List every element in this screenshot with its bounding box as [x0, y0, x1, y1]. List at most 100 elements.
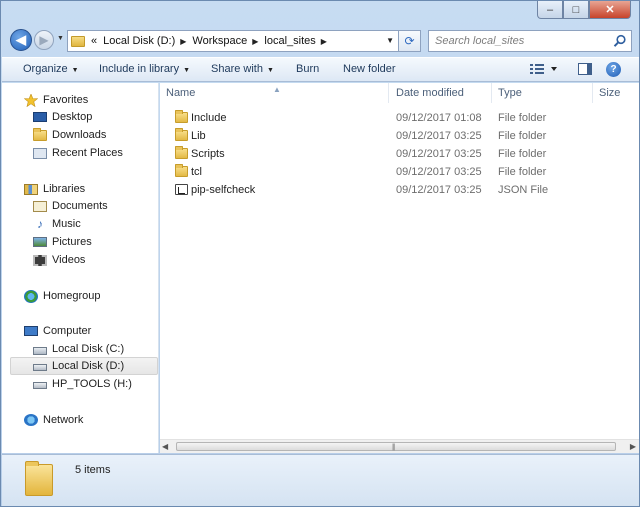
folder-icon — [175, 146, 188, 159]
file-type: File folder — [498, 148, 547, 160]
folder-icon — [71, 35, 85, 47]
documents-icon — [33, 200, 47, 212]
chevron-down-icon: ▼ — [266, 67, 274, 74]
sidebar-item-label: Desktop — [52, 111, 93, 123]
address-history-dropdown[interactable]: ▼ — [386, 36, 394, 45]
sidebar-item-label: Recent Places — [52, 147, 123, 159]
sidebar-item-local-disk-c[interactable]: Local Disk (C:) — [33, 340, 124, 358]
sidebar-item-desktop[interactable]: Desktop — [33, 108, 92, 126]
file-list: ▲ Name Date modified Type Size Include 0… — [160, 83, 639, 453]
sidebar-item-recent-places[interactable]: Recent Places — [33, 144, 123, 162]
file-date: 09/12/2017 03:25 — [396, 184, 482, 196]
burn-button[interactable]: Burn — [296, 63, 319, 75]
caption-buttons: – □ ✕ — [537, 1, 631, 19]
large-folder-icon — [25, 461, 53, 496]
organize-button[interactable]: Organize ▼ — [23, 63, 79, 75]
sort-ascending-icon: ▲ — [273, 85, 281, 94]
sidebar-item-computer[interactable]: Computer — [24, 322, 91, 340]
sidebar-item-local-disk-d[interactable]: Local Disk (D:) — [10, 357, 158, 375]
file-name: Include — [191, 112, 227, 124]
recent-pages-dropdown[interactable]: ▼ — [57, 35, 64, 42]
breadcrumb-local-disk-d[interactable]: Local Disk (D:) ▶ — [103, 35, 186, 47]
sidebar-item-downloads[interactable]: Downloads — [33, 126, 106, 144]
close-button[interactable]: ✕ — [589, 1, 631, 19]
file-type: JSON File — [498, 184, 549, 196]
back-button[interactable]: ◀ — [10, 29, 32, 51]
scroll-left-icon[interactable]: ◀ — [162, 442, 168, 451]
sidebar-item-label: HP_TOOLS (H:) — [52, 378, 132, 390]
navigation-bar: ◀ ▶ ▼ « Local Disk (D:) ▶ Workspace ▶ loca… — [1, 27, 639, 55]
table-row[interactable]: pip-selfcheck 09/12/2017 03:25 JSON File — [160, 181, 639, 199]
search-input[interactable] — [429, 31, 609, 51]
table-row[interactable]: Scripts 09/12/2017 03:25 File folder — [160, 145, 639, 163]
file-date: 09/12/2017 01:08 — [396, 112, 482, 124]
details-view-icon — [530, 64, 557, 74]
file-type: File folder — [498, 112, 547, 124]
drive-icon — [33, 382, 47, 389]
folder-icon — [175, 164, 188, 177]
folder-icon — [175, 128, 188, 141]
scroll-right-icon[interactable]: ▶ — [630, 442, 636, 451]
sidebar-item-label: Libraries — [43, 183, 86, 195]
sidebar-item-hp-tools[interactable]: HP_TOOLS (H:) — [33, 375, 132, 393]
chevron-down-icon: ▼ — [71, 67, 79, 74]
file-name: Lib — [191, 130, 206, 142]
search-icon[interactable] — [613, 34, 627, 48]
sidebar-item-favorites[interactable]: Favorites — [24, 91, 88, 109]
sidebar-item-network[interactable]: Network — [24, 411, 83, 429]
title-bar[interactable]: – □ ✕ — [1, 1, 639, 25]
homegroup-icon — [24, 289, 38, 303]
sidebar-item-music[interactable]: ♪ Music — [33, 215, 81, 233]
column-header-size[interactable]: Size — [593, 83, 639, 103]
star-icon — [24, 93, 38, 107]
new-folder-button[interactable]: New folder — [343, 63, 396, 75]
sidebar-item-label: Favorites — [43, 94, 89, 106]
breadcrumb-workspace[interactable]: Workspace ▶ — [192, 35, 258, 47]
sidebar-item-documents[interactable]: Documents — [33, 197, 108, 215]
sidebar-item-pictures[interactable]: Pictures — [33, 233, 92, 251]
details-pane: 5 items — [2, 454, 639, 506]
horizontal-scrollbar[interactable]: ◀ ||| ▶ — [160, 439, 639, 453]
minimize-button[interactable]: – — [537, 1, 563, 19]
breadcrumb-local-sites[interactable]: local_sites ▶ — [264, 35, 327, 47]
chevron-right-icon[interactable]: ▶ — [252, 37, 258, 46]
refresh-button[interactable]: ⟳ — [399, 30, 421, 52]
file-name: Scripts — [191, 148, 225, 160]
sidebar-item-videos[interactable]: Videos — [33, 251, 85, 269]
libraries-icon — [24, 183, 38, 195]
file-type: File folder — [498, 166, 547, 178]
column-header-name[interactable]: ▲ Name — [160, 83, 389, 103]
sidebar-item-label: Downloads — [52, 129, 107, 141]
chevron-right-icon[interactable]: ▶ — [321, 37, 327, 46]
chevron-right-icon[interactable]: ▶ — [180, 37, 186, 46]
column-header-type[interactable]: Type — [492, 83, 593, 103]
music-note-icon: ♪ — [37, 216, 43, 231]
pictures-icon — [33, 237, 47, 247]
table-row[interactable]: tcl 09/12/2017 03:25 File folder — [160, 163, 639, 181]
preview-pane-button[interactable] — [578, 63, 592, 75]
explorer-window: – □ ✕ ◀ ▶ ▼ « Local Disk (D:) ▶ Workspace… — [0, 0, 640, 507]
scrollbar-thumb[interactable]: ||| — [176, 442, 616, 451]
maximize-button[interactable]: □ — [563, 1, 589, 19]
sidebar-item-libraries[interactable]: Libraries — [24, 180, 85, 198]
grip-icon: ||| — [392, 444, 396, 451]
sidebar-item-label: Homegroup — [43, 290, 101, 302]
share-with-button[interactable]: Share with ▼ — [211, 63, 274, 75]
column-header-date-modified[interactable]: Date modified — [390, 83, 492, 103]
drive-icon — [33, 364, 47, 371]
search-box[interactable] — [428, 30, 632, 52]
help-button[interactable]: ? — [606, 62, 621, 77]
change-view-button[interactable] — [530, 64, 558, 77]
address-overflow[interactable]: « — [91, 35, 97, 47]
sidebar-item-label: Local Disk (D:) — [52, 360, 125, 372]
system-drive-icon — [33, 346, 47, 355]
command-bar: Organize ▼ Include in library ▼ Share with… — [2, 57, 639, 82]
sidebar-item-homegroup[interactable]: Homegroup — [24, 287, 100, 305]
include-in-library-button[interactable]: Include in library ▼ — [99, 63, 190, 75]
forward-button[interactable]: ▶ — [34, 30, 54, 50]
table-row[interactable]: Include 09/12/2017 01:08 File folder — [160, 109, 639, 127]
address-bar[interactable]: « Local Disk (D:) ▶ Workspace ▶ local_site… — [67, 30, 399, 52]
table-row[interactable]: Lib 09/12/2017 03:25 File folder — [160, 127, 639, 145]
recent-places-icon — [33, 147, 47, 159]
sidebar-item-label: Pictures — [52, 236, 92, 248]
